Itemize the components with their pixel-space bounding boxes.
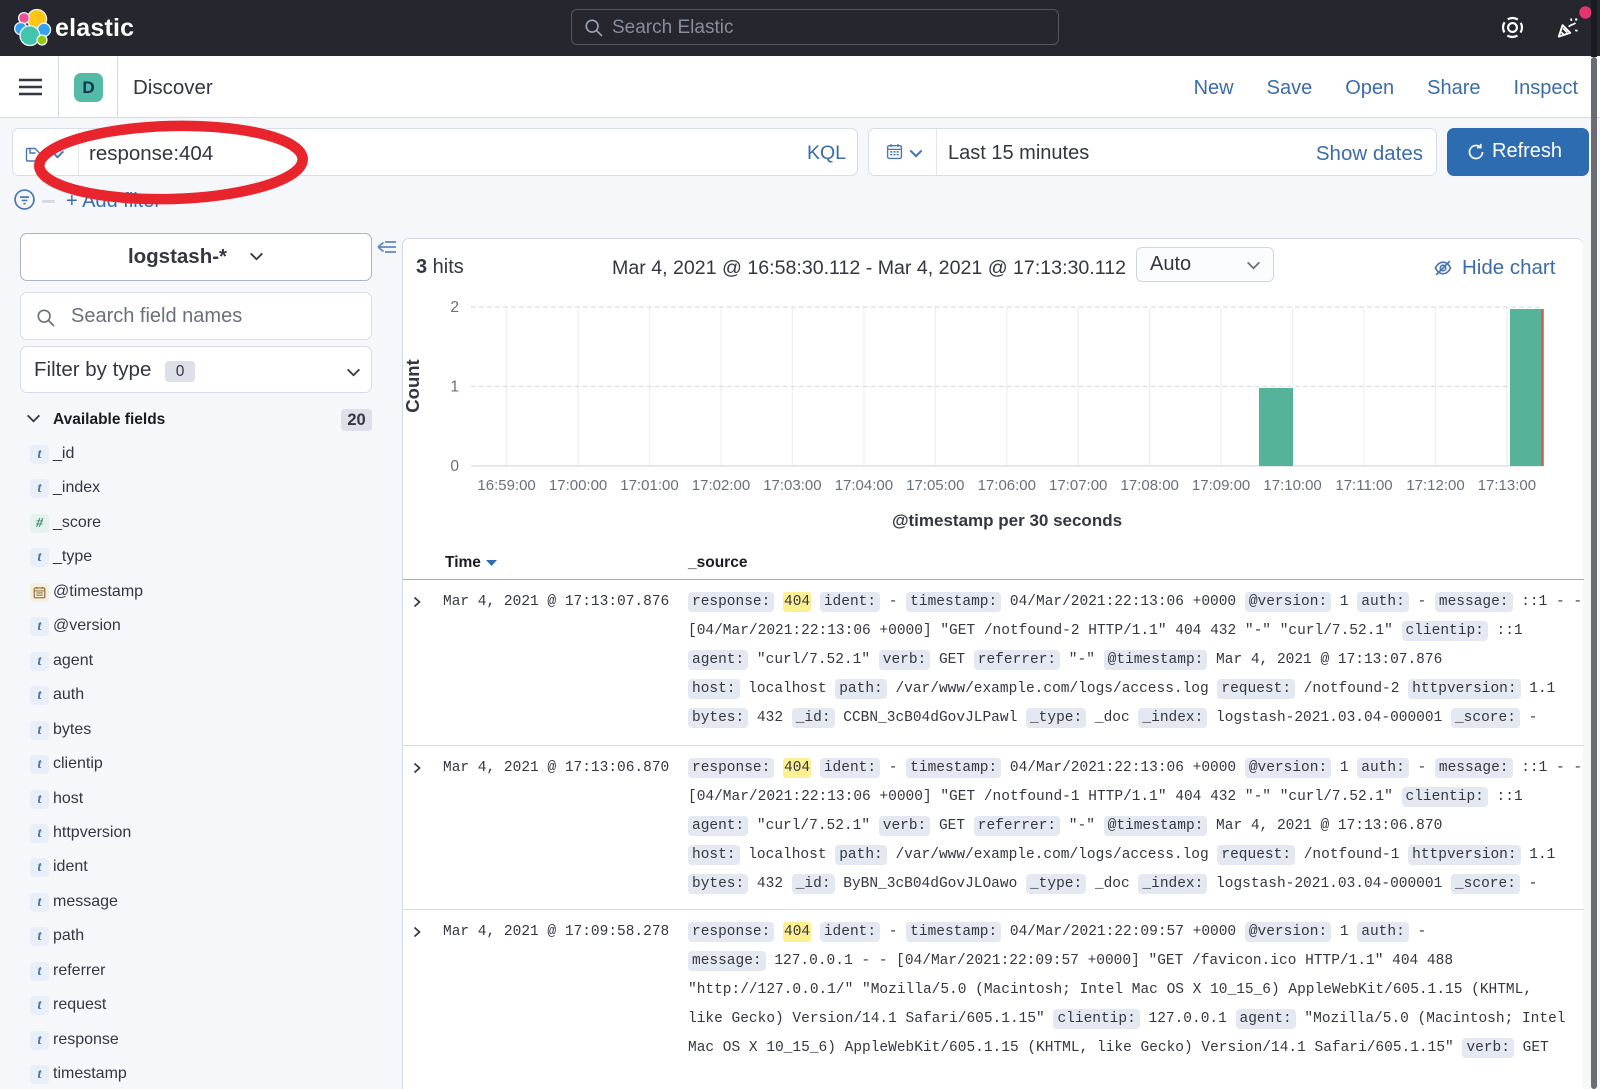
svg-text:0: 0 bbox=[450, 458, 459, 475]
svg-text:17:06:00: 17:06:00 bbox=[978, 477, 1036, 494]
svg-text:17:07:00: 17:07:00 bbox=[1049, 477, 1107, 494]
svg-text:17:04:00: 17:04:00 bbox=[835, 477, 893, 494]
svg-text:17:10:00: 17:10:00 bbox=[1263, 477, 1321, 494]
svg-text:@timestamp per 30 seconds: @timestamp per 30 seconds bbox=[892, 511, 1122, 530]
svg-text:17:02:00: 17:02:00 bbox=[692, 477, 750, 494]
svg-text:17:00:00: 17:00:00 bbox=[549, 477, 607, 494]
svg-text:17:09:00: 17:09:00 bbox=[1192, 477, 1250, 494]
svg-text:17:01:00: 17:01:00 bbox=[620, 477, 678, 494]
svg-text:17:08:00: 17:08:00 bbox=[1121, 477, 1179, 494]
svg-text:Count: Count bbox=[403, 359, 423, 412]
svg-text:17:11:00: 17:11:00 bbox=[1335, 477, 1392, 494]
svg-text:1: 1 bbox=[450, 379, 459, 396]
svg-text:17:05:00: 17:05:00 bbox=[906, 477, 964, 494]
svg-text:16:59:00: 16:59:00 bbox=[477, 477, 535, 494]
svg-text:2: 2 bbox=[450, 299, 459, 316]
svg-text:17:12:00: 17:12:00 bbox=[1406, 477, 1464, 494]
svg-text:17:13:00: 17:13:00 bbox=[1478, 477, 1536, 494]
svg-text:17:03:00: 17:03:00 bbox=[763, 477, 821, 494]
